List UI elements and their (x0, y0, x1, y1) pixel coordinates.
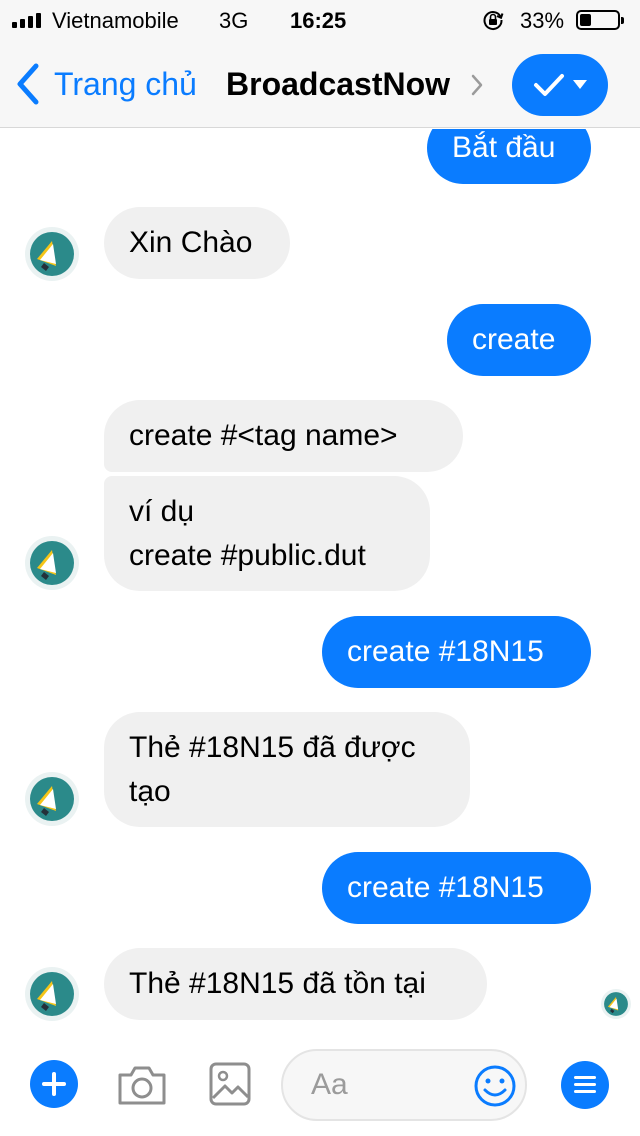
megaphone-icon (30, 541, 74, 585)
carrier-name: Vietnamobile (52, 8, 179, 33)
caret-down-icon (573, 80, 587, 89)
back-button[interactable]: Trang chủ (14, 60, 197, 108)
message-bubble-incoming[interactable]: Thẻ #18N15 đã được tạo (104, 712, 470, 827)
message-bubble-outgoing[interactable]: create #18N15 (322, 852, 591, 924)
bot-avatar[interactable] (25, 772, 79, 826)
chevron-left-icon (17, 63, 39, 105)
chevron-right-icon[interactable] (470, 73, 484, 97)
message-input[interactable] (311, 1065, 471, 1105)
message-bubble-incoming[interactable]: Thẻ #18N15 đã tồn tại (104, 948, 487, 1020)
camera-icon[interactable] (116, 1063, 168, 1107)
read-receipt-avatar (601, 989, 631, 1019)
back-label: Trang chủ (54, 65, 197, 102)
battery-percent: 33% (520, 8, 565, 33)
message-bubble-incoming[interactable]: create #<tag name> (104, 400, 463, 472)
network-type: 3G (219, 8, 249, 33)
bot-avatar[interactable] (25, 536, 79, 590)
message-bubble-outgoing[interactable]: Bắt đầu (427, 129, 591, 184)
megaphone-icon (604, 992, 628, 1016)
rotation-lock-icon (483, 11, 504, 31)
message-bubble-incoming[interactable]: Xin Chào (104, 207, 290, 279)
image-icon[interactable] (208, 1061, 252, 1107)
signal-icon (12, 12, 41, 28)
message-input-field[interactable] (281, 1049, 527, 1121)
nav-bar: Trang chủ BroadcastNow (0, 40, 640, 128)
composer-bar (0, 1035, 640, 1136)
battery-icon (576, 10, 624, 30)
menu-icon[interactable] (561, 1061, 609, 1109)
megaphone-icon (30, 777, 74, 821)
bot-avatar[interactable] (25, 967, 79, 1021)
megaphone-icon (30, 972, 74, 1016)
status-time: 16:25 (290, 8, 347, 33)
message-bubble-outgoing[interactable]: create #18N15 (322, 616, 591, 688)
status-action-button[interactable] (512, 54, 608, 116)
emoji-icon[interactable] (473, 1064, 517, 1108)
checkmark-icon (534, 74, 564, 96)
bot-avatar[interactable] (25, 227, 79, 281)
plus-icon[interactable] (30, 1060, 78, 1108)
message-bubble-outgoing[interactable]: create (447, 304, 591, 376)
message-bubble-incoming[interactable]: ví dụ create #public.dut (104, 476, 430, 591)
message-list[interactable]: Bắt đầu Xin Chào create create #<tag nam… (0, 129, 640, 1035)
page-title[interactable]: BroadcastNow (226, 66, 450, 103)
status-bar: Vietnamobile 3G 16:25 33% (0, 0, 640, 40)
megaphone-icon (30, 232, 74, 276)
